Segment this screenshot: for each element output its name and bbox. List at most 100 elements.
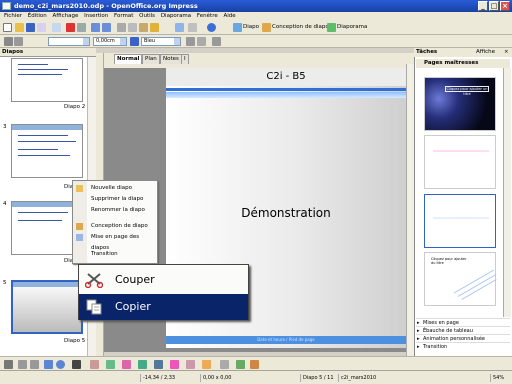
slideshow-button-label[interactable]: Diaporama <box>337 24 367 30</box>
master-page-lines[interactable]: Cliquez pour ajouter du titre <box>424 252 497 306</box>
line-style-select[interactable] <box>48 37 90 46</box>
slide-button-label[interactable]: Diapo <box>243 24 259 30</box>
line-color-icon[interactable] <box>130 37 139 46</box>
tasks-scrollbar[interactable] <box>503 68 511 317</box>
arrow-tool-icon[interactable] <box>30 360 39 369</box>
slide-design-icon[interactable] <box>262 23 271 32</box>
expander-layouts[interactable]: ▸ Mises en page <box>416 318 510 326</box>
slide-body-text[interactable]: Démonstration <box>166 206 406 220</box>
basic-shapes-icon[interactable] <box>122 360 131 369</box>
symbol-shapes-icon[interactable] <box>138 360 147 369</box>
format-paintbrush-icon[interactable] <box>150 23 159 32</box>
slide-design-button-label[interactable]: Conception de diapo <box>272 24 329 30</box>
line-icon[interactable] <box>4 37 13 46</box>
tab-notes[interactable]: Notes <box>160 54 182 64</box>
master-page-pink[interactable] <box>424 135 496 189</box>
hyperlink-icon[interactable] <box>175 23 184 32</box>
open-icon[interactable] <box>15 23 24 32</box>
menu-item-transition[interactable]: Transition <box>73 249 157 260</box>
menu-fenetre[interactable]: Fenêtre <box>197 13 218 19</box>
maximize-button[interactable]: □ <box>489 1 499 11</box>
master-page-dark[interactable]: Cliquez pour ajouter un titre <box>424 77 496 131</box>
line-width-input[interactable]: 0,00cm <box>93 37 127 46</box>
select-icon[interactable] <box>4 360 13 369</box>
tab-normal[interactable]: Normal <box>114 54 143 64</box>
menu-outils[interactable]: Outils <box>139 13 155 19</box>
menu-item-rename-slide[interactable]: Renommer la diapo <box>73 205 157 216</box>
menu-item-cut[interactable]: Couper <box>79 267 248 293</box>
line-tool-icon[interactable] <box>18 360 27 369</box>
expander-transition[interactable]: ▸ Transition <box>416 342 510 350</box>
slide-thumbnail-2[interactable] <box>11 58 83 102</box>
text-icon[interactable] <box>72 360 81 369</box>
edit-file-icon[interactable] <box>52 23 61 32</box>
menu-affichage[interactable]: Affichage <box>53 13 79 19</box>
copy-icon[interactable] <box>128 23 137 32</box>
slide-thumbnail-3[interactable] <box>11 124 83 178</box>
status-size: 0,00 x 0,00 <box>200 374 255 382</box>
menu-diaporama[interactable]: Diaporama <box>161 13 191 19</box>
window-title: demo_c2i_mars2010.odp - OpenOffice.org I… <box>14 2 198 10</box>
block-arrows-icon[interactable] <box>154 360 163 369</box>
slide-icon[interactable] <box>233 23 242 32</box>
email-icon[interactable] <box>37 23 46 32</box>
arrow-style-icon[interactable] <box>14 37 23 46</box>
rectangle-icon[interactable] <box>44 360 53 369</box>
table-icon[interactable] <box>188 23 197 32</box>
tasks-close-icon[interactable]: × <box>504 48 509 57</box>
curve-icon[interactable] <box>90 360 99 369</box>
menu-item-copy[interactable]: Copier <box>79 294 248 320</box>
menu-fichier[interactable]: Fichier <box>4 13 22 19</box>
master4-title: Cliquez pour ajouter du titre <box>431 257 467 265</box>
connector-icon[interactable] <box>106 360 115 369</box>
menu-item-slide-design[interactable]: Conception de diapo <box>73 221 157 232</box>
export-pdf-icon[interactable] <box>66 23 75 32</box>
image-icon[interactable] <box>250 360 259 369</box>
app-icon <box>2 2 11 10</box>
new-slide-icon <box>76 185 83 192</box>
master-page-selected[interactable] <box>424 194 496 248</box>
tab-plan[interactable]: Plan <box>142 54 160 64</box>
callouts-icon[interactable] <box>186 360 195 369</box>
menu-edition[interactable]: Édition <box>28 13 47 19</box>
slide-thumbnail-5[interactable] <box>11 280 83 334</box>
master-pages-header[interactable]: Pages maîtresses <box>416 59 510 68</box>
title-bar: demo_c2i_mars2010.odp - OpenOffice.org I… <box>0 0 512 12</box>
ellipse-icon[interactable] <box>56 360 65 369</box>
paste-icon[interactable] <box>139 23 148 32</box>
tasks-view-menu[interactable]: Affiche <box>476 48 495 57</box>
save-icon[interactable] <box>26 23 35 32</box>
tab-more[interactable]: I <box>181 54 189 64</box>
slideshow-icon[interactable] <box>327 23 336 32</box>
expander-table-design[interactable]: ▸ Ébauche de tableau <box>416 326 510 334</box>
slide-footer: Date et heure / Pied de page <box>166 336 406 344</box>
autospell-icon[interactable] <box>102 23 111 32</box>
stars-icon[interactable] <box>202 360 211 369</box>
menu-item-slide-layout[interactable]: Mise en page des diapos <box>73 232 157 251</box>
menu-item-delete-slide[interactable]: Supprimer la diapo <box>73 194 157 205</box>
help-icon[interactable] <box>207 23 216 32</box>
line-color-select[interactable]: Bleu <box>141 37 181 46</box>
status-zoom[interactable]: 54% <box>490 374 510 382</box>
expander-custom-animation[interactable]: ▸ Animation personnalisée <box>416 334 510 342</box>
line-color-value: Bleu <box>144 38 156 44</box>
gallery-icon[interactable] <box>236 360 245 369</box>
menu-aide[interactable]: Aide <box>223 13 235 19</box>
menu-format[interactable]: Format <box>114 13 133 19</box>
rotate-icon[interactable] <box>212 37 221 46</box>
print-icon[interactable] <box>77 23 86 32</box>
menu-insertion[interactable]: Insertion <box>84 13 108 19</box>
minimize-button[interactable]: _ <box>478 1 488 11</box>
spellcheck-icon[interactable] <box>91 23 100 32</box>
line-width-value: 0,00cm <box>96 38 115 44</box>
close-button[interactable]: × <box>500 1 510 11</box>
flowchart-icon[interactable] <box>170 360 179 369</box>
cut-icon[interactable] <box>117 23 126 32</box>
shadow-icon[interactable] <box>197 37 206 46</box>
menu-item-new-slide[interactable]: Nouvelle diapo <box>73 183 157 194</box>
points-icon[interactable] <box>220 360 229 369</box>
new-icon[interactable] <box>3 23 12 32</box>
slide-title[interactable]: C2i - B5 <box>166 71 406 82</box>
area-icon[interactable] <box>186 37 195 46</box>
edit-scrollbar[interactable] <box>406 64 414 356</box>
